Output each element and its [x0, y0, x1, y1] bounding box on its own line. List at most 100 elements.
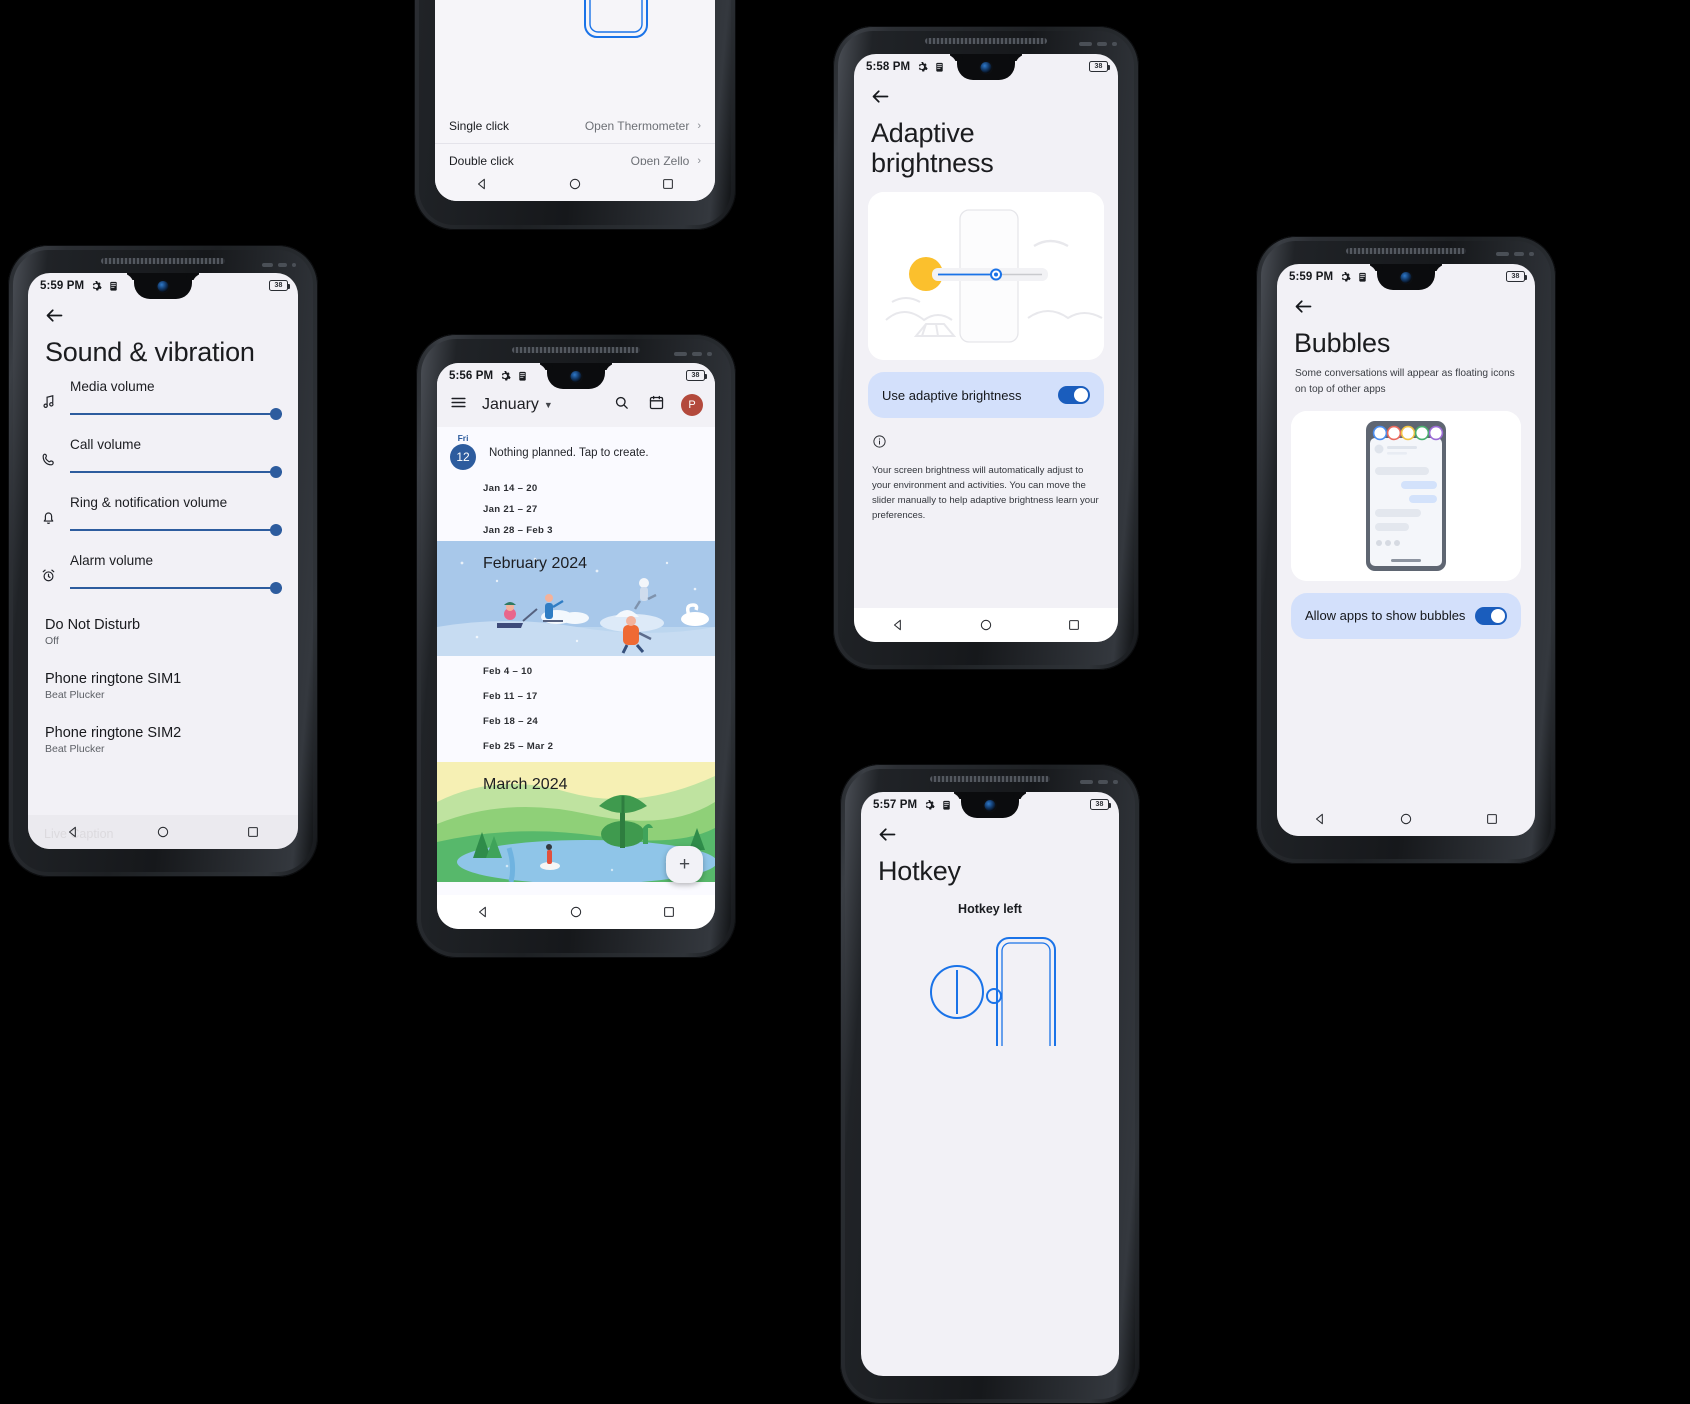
list-item-ringtone-sim1[interactable]: Phone ringtone SIM1 Beat Plucker [28, 649, 298, 703]
back-nav-icon[interactable] [476, 905, 490, 919]
create-event-fab[interactable]: + [666, 846, 703, 883]
arrow-left-icon [879, 828, 896, 841]
phone-icon [40, 437, 70, 473]
phone-screen: 5:56 PM 38 January ▼ P Fri 12 Nothing pl… [437, 363, 715, 929]
list-item-subtitle: Off [45, 635, 59, 648]
clipboard-icon [108, 280, 120, 292]
back-nav-icon[interactable] [891, 618, 905, 632]
allow-bubbles-switch[interactable] [1475, 606, 1507, 625]
page-subtitle: Some conversations will appear as floati… [1295, 368, 1515, 395]
camera-notch [547, 363, 605, 389]
agenda-empty-message: Nothing planned. Tap to create. [489, 447, 649, 459]
brightness-illustration-card [868, 192, 1104, 361]
side-buttons[interactable] [1080, 780, 1118, 789]
home-nav-icon[interactable] [568, 177, 582, 191]
arrow-left-icon [46, 309, 63, 322]
list-item-title: Phone ringtone SIM2 [45, 725, 182, 742]
agenda-week-label[interactable]: Jan 14 – 20 [437, 478, 715, 499]
agenda-week-label[interactable]: Feb 11 – 17 [437, 682, 715, 707]
phone-calendar: 5:56 PM 38 January ▼ P Fri 12 Nothing pl… [416, 334, 736, 958]
use-adaptive-brightness-toggle-row[interactable]: Use adaptive brightness [868, 372, 1104, 419]
calendar-month-label[interactable]: January [468, 396, 539, 414]
camera-notch [961, 792, 1019, 818]
recents-nav-icon[interactable] [661, 177, 675, 191]
phone-screen: 5:58 PM 38 Adaptive brightness Use adapt… [854, 54, 1118, 642]
earpiece-speaker [1346, 248, 1466, 254]
side-buttons[interactable] [262, 263, 296, 272]
volume-row-alarm[interactable]: Alarm volume [28, 541, 298, 599]
avatar[interactable]: P [681, 394, 703, 416]
agenda-day-of-week: Fri [457, 433, 469, 443]
call-volume-slider[interactable] [70, 465, 282, 479]
search-icon[interactable] [613, 394, 648, 416]
list-item-do-not-disturb[interactable]: Do Not Disturb Off [28, 599, 298, 649]
agenda-week-label[interactable]: Jan 28 – Feb 3 [437, 520, 715, 541]
page-title: Adaptive brightness [871, 118, 994, 179]
earpiece-speaker [930, 776, 1050, 782]
phone-bubbles: 5:59 PM 38 Bubbles Some conversations wi… [1256, 236, 1556, 864]
calendar-toolbar: January ▼ P [437, 385, 715, 427]
phone-screen: 5:57 PM 38 Hotkey Hotkey left [861, 792, 1119, 1376]
allow-bubbles-toggle-row[interactable]: Allow apps to show bubbles [1291, 592, 1521, 639]
back-button[interactable] [1277, 286, 1535, 322]
phone-screen: 5:59 PM 38 Bubbles Some conversations wi… [1277, 264, 1535, 836]
volume-row-call[interactable]: Call volume [28, 425, 298, 483]
agenda-day-number: 12 [450, 444, 476, 470]
front-camera-icon [570, 371, 582, 382]
hotkey-illustration [435, 0, 715, 109]
phone-screen: 5:59 PM 38 Sound & vibration Media volum… [28, 273, 298, 849]
volume-row-ring[interactable]: Ring & notification volume [28, 483, 298, 541]
side-buttons[interactable] [1079, 42, 1117, 51]
side-buttons[interactable] [1496, 252, 1534, 261]
volume-label: Ring & notification volume [70, 495, 228, 511]
agenda-week-label[interactable]: Feb 18 – 24 [437, 707, 715, 732]
arrow-left-icon [872, 90, 889, 103]
recents-nav-icon[interactable] [662, 905, 676, 919]
ring-volume-slider[interactable] [70, 523, 282, 537]
hotkey-row-value: Open Thermometer [584, 119, 690, 133]
calendar-today-icon[interactable] [648, 394, 681, 416]
agenda-week-label[interactable]: Feb 25 – Mar 2 [437, 732, 715, 762]
arrow-left-icon [1295, 300, 1312, 313]
back-nav-icon[interactable] [475, 177, 489, 191]
list-item-subtitle: Beat Plucker [45, 743, 105, 756]
home-nav-icon[interactable] [156, 825, 170, 839]
adaptive-brightness-switch[interactable] [1058, 386, 1090, 405]
recents-nav-icon[interactable] [1485, 812, 1499, 826]
camera-notch [957, 54, 1015, 80]
calendar-agenda: Fri 12 Nothing planned. Tap to create. J… [437, 427, 715, 882]
recents-nav-icon[interactable] [1067, 618, 1081, 632]
volume-label: Alarm volume [70, 553, 154, 569]
home-nav-icon[interactable] [569, 905, 583, 919]
hamburger-menu-icon[interactable] [449, 393, 468, 417]
hotkey-row-single-click[interactable]: Single click Open Thermometer › [435, 109, 715, 143]
chevron-down-icon[interactable]: ▼ [539, 400, 553, 410]
home-nav-icon[interactable] [1399, 812, 1413, 826]
home-nav-icon[interactable] [979, 618, 993, 632]
month-banner-title: February 2024 [483, 555, 588, 572]
media-volume-slider[interactable] [70, 407, 282, 421]
alarm-volume-slider[interactable] [70, 581, 282, 595]
front-camera-icon [1400, 272, 1412, 283]
agenda-week-label[interactable]: Jan 21 – 27 [437, 499, 715, 520]
back-button[interactable] [861, 814, 1119, 850]
back-button[interactable] [28, 295, 298, 331]
volume-row-media[interactable]: Media volume [28, 367, 298, 425]
list-item-ringtone-sim2[interactable]: Phone ringtone SIM2 Beat Plucker [28, 703, 298, 757]
hotkey-section-header: Hotkey left [958, 902, 1022, 917]
back-nav-icon[interactable] [1313, 812, 1327, 826]
back-nav-icon[interactable] [66, 825, 80, 839]
earpiece-speaker [101, 258, 225, 264]
agenda-today-row[interactable]: Fri 12 Nothing planned. Tap to create. [437, 427, 715, 478]
back-button[interactable] [854, 76, 1118, 112]
month-banner-title: March 2024 [483, 776, 568, 793]
battery-indicator: 38 [1090, 799, 1111, 810]
battery-indicator: 38 [686, 370, 707, 381]
status-time: 5:56 PM [449, 369, 494, 382]
side-buttons[interactable] [674, 352, 712, 361]
battery-indicator: 38 [269, 280, 290, 291]
recents-nav-icon[interactable] [246, 825, 260, 839]
front-camera-icon [984, 800, 996, 811]
agenda-week-label[interactable]: Feb 4 – 10 [437, 656, 715, 682]
page-title: Bubbles [1294, 328, 1391, 358]
